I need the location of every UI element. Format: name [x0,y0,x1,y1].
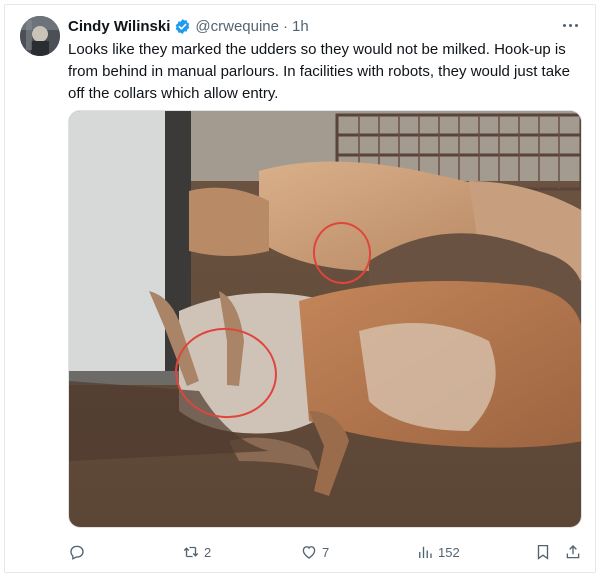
views-button[interactable]: 152 [416,540,460,564]
heart-icon [302,546,316,559]
timestamp[interactable]: 1h [292,18,309,35]
retweet-icon [183,546,199,558]
more-dot-icon [562,23,566,27]
display-name[interactable]: Cindy Wilinski [68,18,170,35]
views-count: 152 [438,544,460,560]
tweet-header: Cindy Wilinski @crwequine · 1h [68,16,309,36]
like-button[interactable]: 7 [300,540,329,564]
retweet-button[interactable]: 2 [182,540,211,564]
more-options-button[interactable] [556,14,584,36]
reply-button[interactable] [68,540,90,564]
tweet-media-photo[interactable] [68,110,582,528]
more-dot-icon [568,23,572,27]
like-count: 7 [322,544,330,560]
share-icon [566,545,580,559]
user-handle[interactable]: @crwequine [195,18,279,35]
bookmark-button[interactable] [534,540,552,564]
reply-icon [70,545,84,560]
avatar[interactable] [20,16,60,56]
verified-badge-icon [176,18,190,34]
avatar-image [20,16,60,56]
action-bar: 2 7 152 [68,540,588,564]
tweet-text: Looks like they marked the udders so the… [68,41,570,102]
separator-dot: · [283,17,288,35]
more-dot-icon [574,23,578,27]
bookmark-icon [537,544,549,560]
share-button[interactable] [564,540,582,564]
retweet-count: 2 [204,544,212,560]
cattle-photo [69,111,581,527]
views-icon [419,546,432,558]
